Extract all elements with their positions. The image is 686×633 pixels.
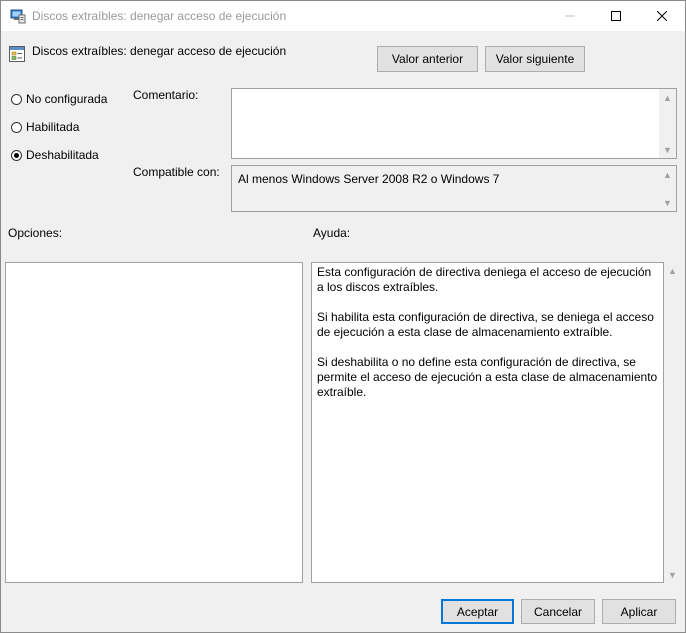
previous-setting-button[interactable]: Valor anterior (377, 46, 478, 72)
help-scrollbar[interactable]: ▲ ▼ (664, 262, 681, 583)
close-icon (657, 11, 667, 21)
minimize-icon (565, 15, 575, 17)
policy-name: Discos extraíbles: denegar acceso de eje… (32, 44, 287, 58)
maximize-button[interactable] (593, 1, 639, 31)
help-paragraph: Esta configuración de directiva deniega … (317, 265, 652, 294)
compatible-value: Al menos Windows Server 2008 R2 o Window… (238, 172, 500, 186)
ok-button[interactable]: Aceptar (441, 599, 514, 624)
options-label: Opciones: (8, 226, 63, 240)
radio-label: Habilitada (26, 120, 80, 134)
minimize-button[interactable] (547, 1, 593, 31)
radio-not-configured[interactable]: No configurada (11, 91, 107, 107)
radio-label: No configurada (26, 92, 108, 106)
next-setting-button[interactable]: Valor siguiente (485, 46, 585, 72)
title-bar[interactable]: Discos extraíbles: denegar acceso de eje… (1, 1, 685, 31)
scroll-up-icon[interactable]: ▲ (664, 262, 681, 279)
apply-button[interactable]: Aplicar (602, 599, 676, 624)
radio-disabled[interactable]: Deshabilitada (11, 147, 99, 163)
help-panel: Esta configuración de directiva deniega … (311, 262, 664, 583)
scroll-up-icon[interactable]: ▲ (659, 166, 676, 183)
scroll-down-icon[interactable]: ▼ (659, 141, 676, 158)
compatible-label: Compatible con: (133, 165, 220, 179)
comment-scrollbar[interactable]: ▲ ▼ (659, 89, 676, 158)
comment-textarea[interactable]: ▲ ▼ (231, 88, 677, 159)
scroll-down-icon[interactable]: ▼ (659, 194, 676, 211)
help-paragraph: Si habilita esta configuración de direct… (317, 310, 654, 339)
radio-circle[interactable] (11, 93, 22, 105)
help-label: Ayuda: (313, 226, 351, 240)
group-policy-app-icon (10, 9, 26, 24)
scroll-up-icon[interactable]: ▲ (659, 89, 676, 106)
radio-circle[interactable] (11, 121, 22, 133)
policy-setting-icon (9, 46, 25, 62)
help-paragraph: Si deshabilita o no define esta configur… (317, 355, 658, 399)
help-text: Esta configuración de directiva deniega … (317, 265, 660, 415)
scroll-down-icon[interactable]: ▼ (664, 566, 681, 583)
window-title: Discos extraíbles: denegar acceso de eje… (32, 9, 287, 23)
compatible-field: Al menos Windows Server 2008 R2 o Window… (231, 165, 677, 212)
radio-label: Deshabilitada (26, 148, 99, 162)
radio-circle-checked[interactable] (11, 149, 22, 161)
maximize-icon (611, 11, 621, 21)
policy-dialog: Discos extraíbles: denegar acceso de eje… (0, 0, 686, 633)
comment-label: Comentario: (133, 88, 199, 102)
compatible-scrollbar[interactable]: ▲ ▼ (659, 166, 676, 211)
options-panel (5, 262, 303, 583)
close-button[interactable] (639, 1, 685, 31)
radio-enabled[interactable]: Habilitada (11, 119, 79, 135)
cancel-button[interactable]: Cancelar (521, 599, 595, 624)
